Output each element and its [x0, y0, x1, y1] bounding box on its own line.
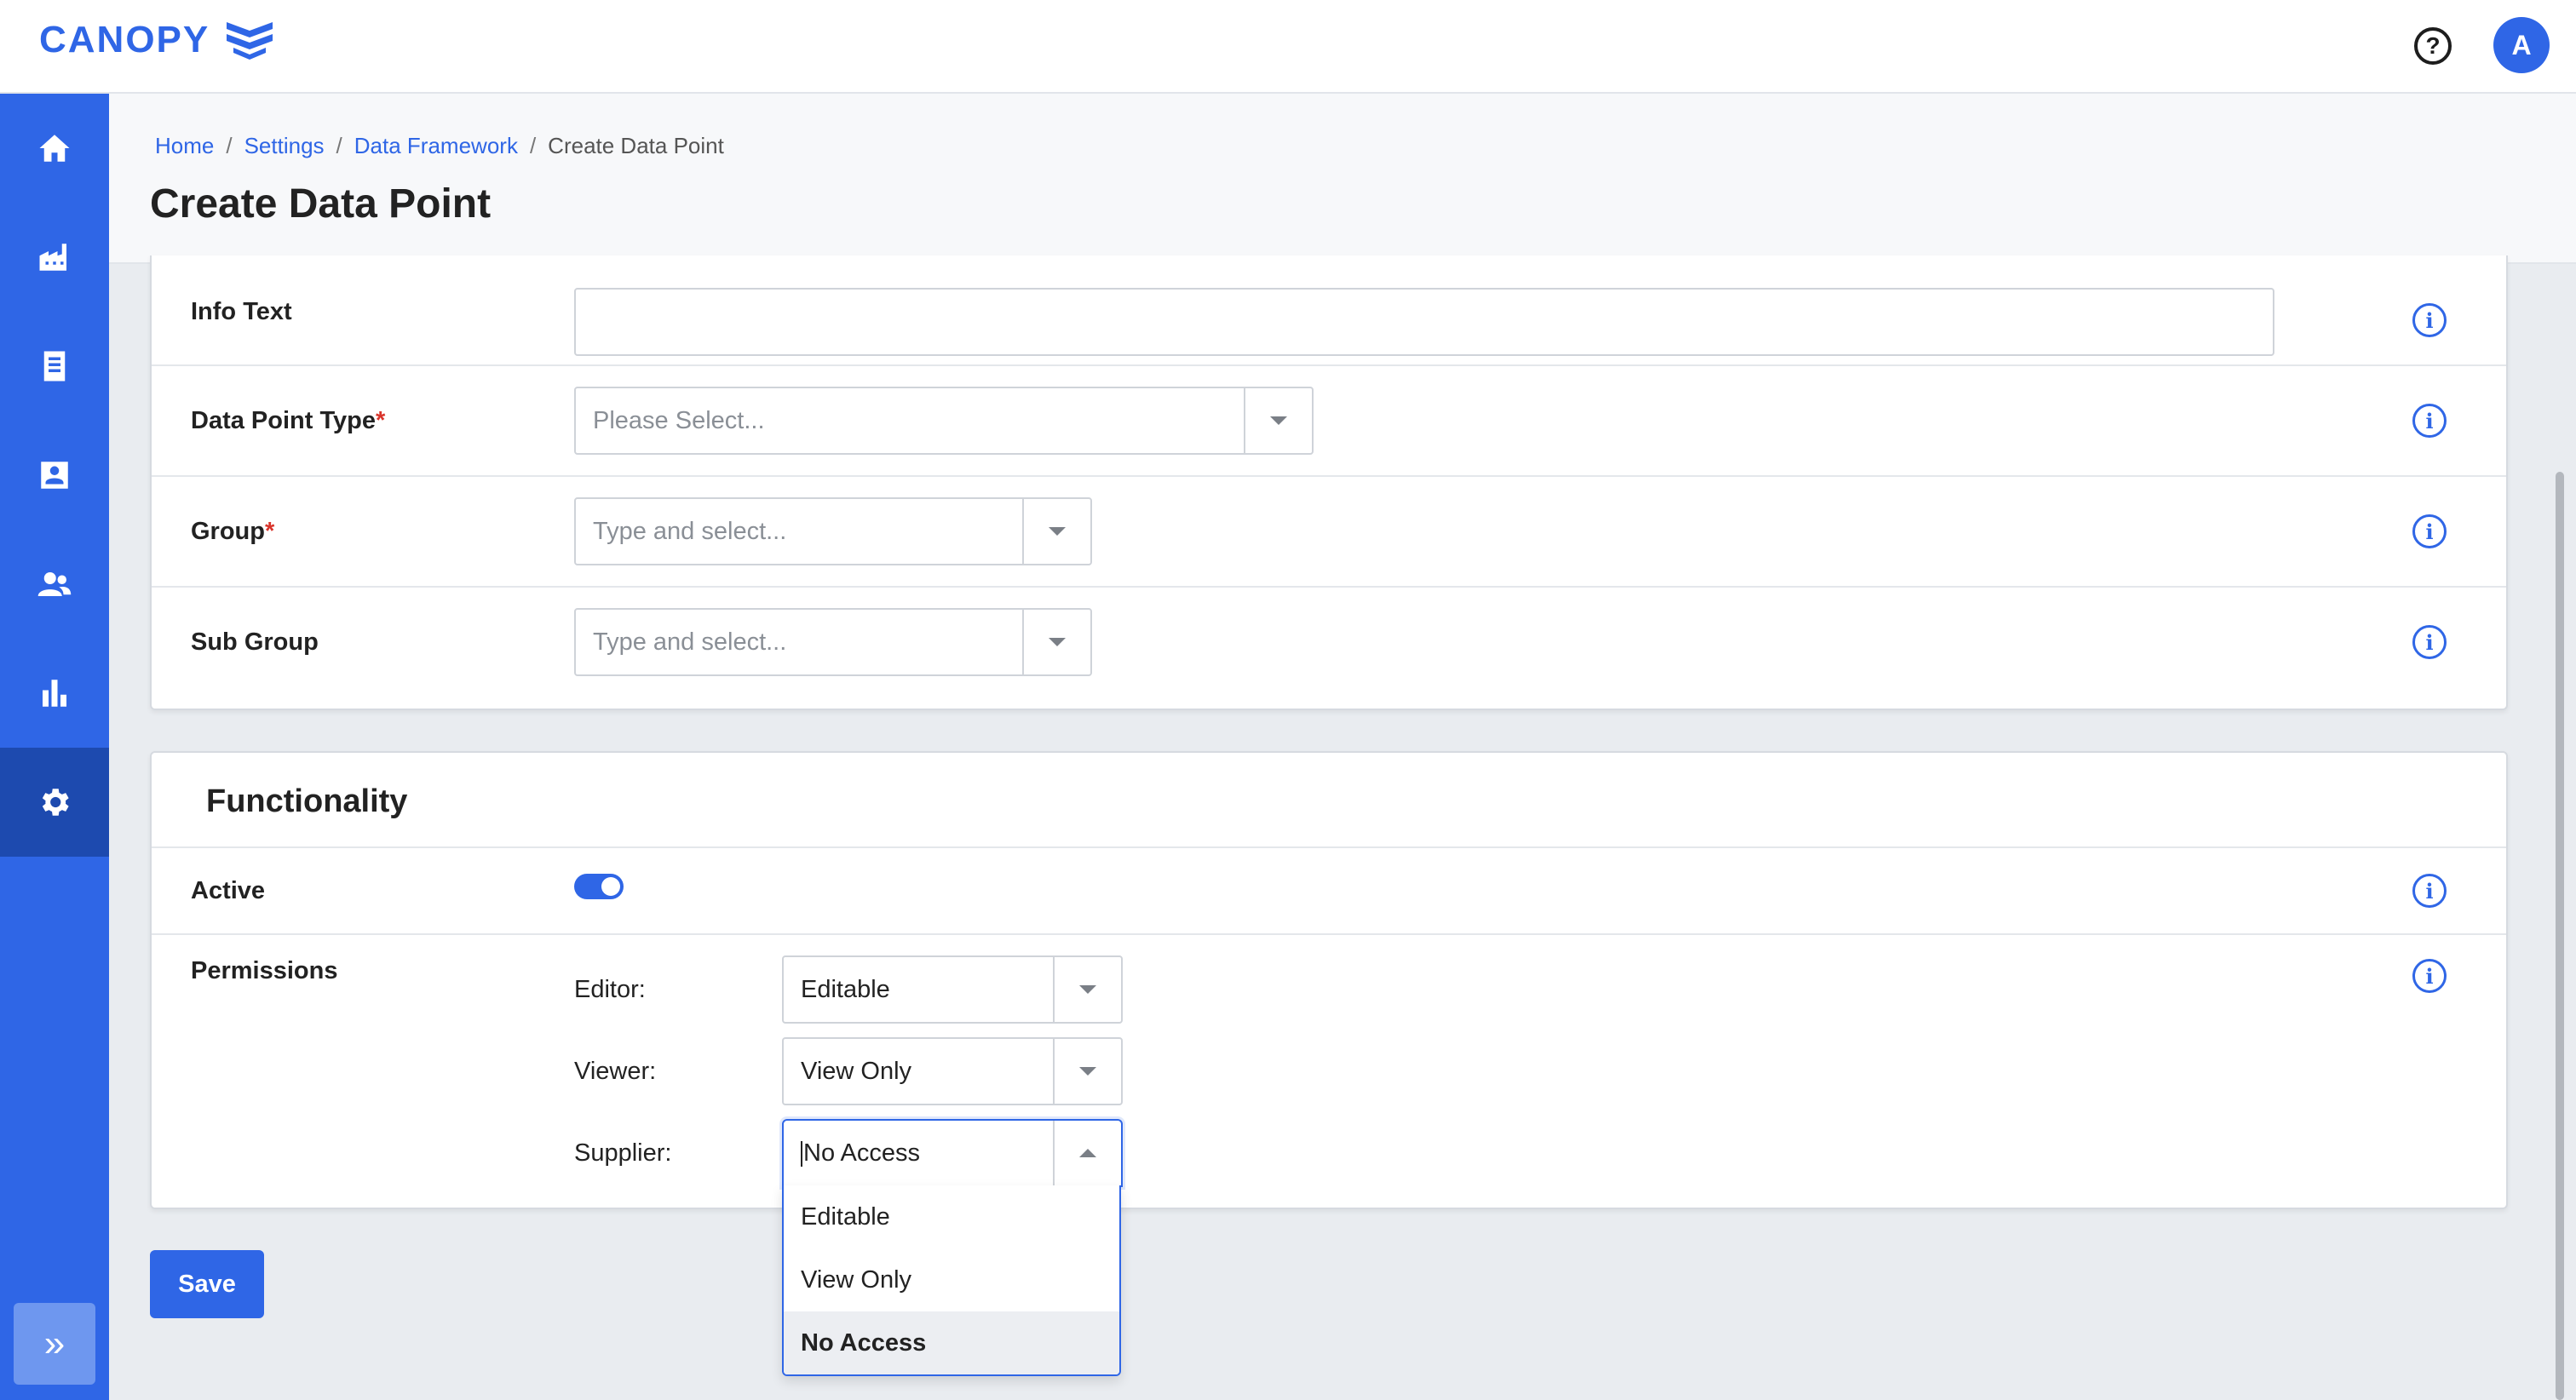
- group-label-text: Group: [191, 518, 265, 545]
- supplier-permission-text: No Access: [803, 1139, 920, 1167]
- breadcrumb-settings[interactable]: Settings: [244, 133, 325, 159]
- document-icon: [43, 351, 66, 382]
- canopy-logo[interactable]: CANOPY: [39, 19, 278, 61]
- home-icon: [39, 135, 70, 162]
- permissions-row: Permissions Editor: Editable Viewer: Vie…: [152, 935, 2506, 1209]
- info-icon[interactable]: i: [2412, 959, 2447, 993]
- info-text-label: Info Text: [191, 298, 292, 325]
- top-bar: CANOPY ? A: [0, 0, 2576, 94]
- data-point-type-label: Data Point Type*: [191, 407, 385, 435]
- required-mark: *: [265, 518, 275, 545]
- data-point-type-select[interactable]: Please Select...: [574, 387, 1314, 455]
- functionality-card: Functionality Active i Permissions Edito…: [150, 751, 2508, 1209]
- sub-group-select[interactable]: Type and select...: [574, 608, 1092, 676]
- info-icon[interactable]: i: [2412, 514, 2447, 548]
- sub-group-row: Sub Group Type and select... i: [152, 588, 2506, 709]
- sidebar-item-home[interactable]: [0, 94, 109, 203]
- supplier-permission-dropdown: Editable View Only No Access: [782, 1185, 1121, 1376]
- viewer-permission-value: View Only: [801, 1057, 912, 1085]
- breadcrumb-separator: /: [336, 133, 342, 158]
- permissions-label: Permissions: [191, 957, 338, 984]
- data-point-type-row: Data Point Type* Please Select... i: [152, 366, 2506, 477]
- active-row: Active i: [152, 848, 2506, 935]
- sub-group-label: Sub Group: [191, 628, 319, 656]
- breadcrumb-data-framework[interactable]: Data Framework: [354, 133, 518, 159]
- chevron-down-icon[interactable]: [1053, 957, 1121, 1022]
- chevron-up-icon[interactable]: [1053, 1121, 1121, 1185]
- active-toggle[interactable]: [574, 874, 624, 899]
- gear-icon: [42, 789, 69, 816]
- dropdown-option-no-access[interactable]: No Access: [784, 1311, 1119, 1374]
- info-text-row: Info Text i: [152, 255, 2506, 366]
- chevron-down-icon[interactable]: [1022, 499, 1090, 564]
- details-card: Info Text i Data Point Type* Please Sele…: [150, 255, 2508, 710]
- dropdown-option-view-only[interactable]: View Only: [784, 1248, 1119, 1311]
- sub-group-placeholder: Type and select...: [593, 628, 787, 656]
- sidebar-item-reports[interactable]: [0, 639, 109, 748]
- info-icon[interactable]: i: [2412, 874, 2447, 908]
- sidebar-item-factory[interactable]: [0, 203, 109, 312]
- avatar[interactable]: A: [2493, 17, 2550, 73]
- question-circle-icon[interactable]: ?: [2414, 27, 2452, 65]
- save-button[interactable]: Save: [150, 1250, 264, 1318]
- toggle-knob: [601, 877, 620, 896]
- section-title: Functionality: [206, 783, 408, 819]
- breadcrumb-current: Create Data Point: [548, 133, 724, 158]
- scroll-thumb[interactable]: [2556, 472, 2564, 1400]
- dropdown-option-editable[interactable]: Editable: [784, 1185, 1119, 1248]
- sidebar-item-contacts[interactable]: [0, 421, 109, 530]
- group-placeholder: Type and select...: [593, 517, 787, 545]
- expand-sidebar-button[interactable]: »: [14, 1303, 95, 1385]
- contact-card-icon: [41, 462, 68, 489]
- sidebar-item-settings[interactable]: [0, 748, 109, 857]
- breadcrumb-separator: /: [529, 133, 537, 158]
- sidebar-item-documents[interactable]: [0, 312, 109, 421]
- breadcrumb: Home / Settings / Data Framework / Creat…: [155, 133, 724, 159]
- data-point-type-label-text: Data Point Type: [191, 407, 376, 434]
- supplier-permission-select[interactable]: No Access: [782, 1119, 1123, 1187]
- group-label: Group*: [191, 518, 274, 546]
- page-title: Create Data Point: [150, 181, 492, 227]
- breadcrumb-home[interactable]: Home: [155, 133, 214, 159]
- editor-permission-value: Editable: [801, 975, 890, 1003]
- bar-chart-icon: [43, 680, 66, 707]
- supplier-label: Supplier:: [574, 1139, 672, 1167]
- info-text-input[interactable]: [574, 288, 2274, 356]
- info-icon[interactable]: i: [2412, 625, 2447, 659]
- chevron-down-icon[interactable]: [1022, 610, 1090, 674]
- info-icon[interactable]: i: [2412, 303, 2447, 337]
- scrollbar[interactable]: [2552, 264, 2567, 1400]
- group-row: Group* Type and select... i: [152, 477, 2506, 588]
- viewer-permission-select[interactable]: View Only: [782, 1037, 1123, 1105]
- chevron-down-icon[interactable]: [1244, 388, 1312, 453]
- functionality-header: Functionality: [152, 753, 2506, 848]
- required-mark: *: [376, 407, 386, 434]
- app-name: CANOPY: [39, 19, 210, 60]
- group-select[interactable]: Type and select...: [574, 497, 1092, 565]
- layers-logo-icon: [227, 22, 273, 60]
- info-icon[interactable]: i: [2412, 404, 2447, 438]
- users-icon: [37, 572, 72, 596]
- sidebar-item-users[interactable]: [0, 530, 109, 639]
- editor-label: Editor:: [574, 976, 646, 1003]
- supplier-permission-value[interactable]: No Access: [784, 1139, 1053, 1168]
- data-point-type-placeholder: Please Select...: [593, 406, 765, 434]
- editor-permission-select[interactable]: Editable: [782, 955, 1123, 1024]
- active-label: Active: [191, 877, 266, 904]
- sidebar: »: [0, 94, 109, 1400]
- factory-icon: [39, 244, 66, 271]
- chevron-down-icon[interactable]: [1053, 1039, 1121, 1104]
- text-cursor: [801, 1140, 802, 1167]
- breadcrumb-separator: /: [226, 133, 233, 158]
- page-header: Home / Settings / Data Framework / Creat…: [109, 94, 2576, 264]
- viewer-label: Viewer:: [574, 1058, 657, 1085]
